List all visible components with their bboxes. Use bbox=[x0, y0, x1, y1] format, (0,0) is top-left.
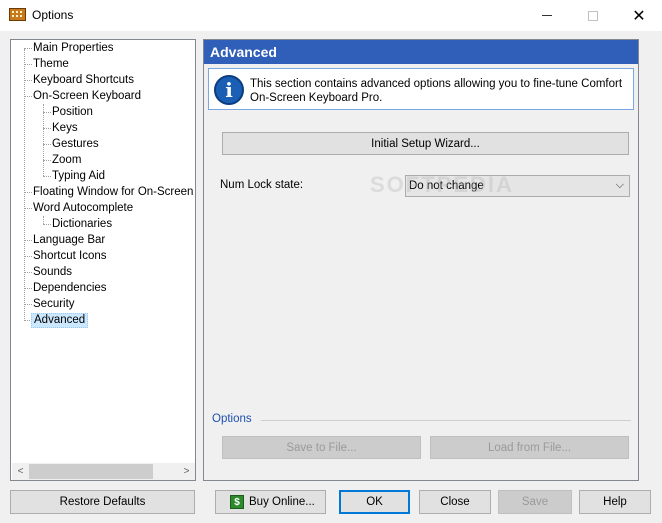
maximize-button bbox=[570, 0, 616, 31]
info-icon: i bbox=[214, 75, 244, 105]
close-window-button[interactable]: ✕ bbox=[616, 0, 662, 31]
tree-item-sounds[interactable]: Sounds bbox=[31, 265, 74, 280]
save-to-file-button[interactable]: Save to File... bbox=[222, 436, 421, 459]
watermark: SOFTPEDIA bbox=[370, 172, 514, 197]
help-button[interactable]: Help bbox=[579, 490, 651, 514]
keyboard-app-icon bbox=[9, 8, 26, 21]
tree-item-dependencies[interactable]: Dependencies bbox=[31, 281, 109, 296]
window-title: Options bbox=[32, 8, 74, 22]
tree-item-typing-aid[interactable]: Typing Aid bbox=[50, 169, 107, 184]
initial-setup-wizard-button[interactable]: Initial Setup Wizard... bbox=[222, 132, 629, 155]
tree-item-language-bar[interactable]: Language Bar bbox=[31, 233, 107, 248]
tree-item-word-autocomplete[interactable]: Word Autocomplete bbox=[31, 201, 135, 216]
scrollbar-thumb[interactable] bbox=[29, 464, 153, 479]
tree-item-on-screen-keyboard[interactable]: On-Screen Keyboard bbox=[31, 89, 143, 104]
tree-item-shortcut-icons[interactable]: Shortcut Icons bbox=[31, 249, 109, 264]
title-bar: Options ✕ bbox=[0, 0, 662, 31]
options-group-label: Options bbox=[212, 413, 252, 425]
tree-item-advanced[interactable]: Advanced bbox=[31, 313, 89, 328]
tree-item-main-properties[interactable]: Main Properties bbox=[31, 41, 116, 56]
buy-online-label: Buy Online... bbox=[249, 496, 315, 508]
tree-item-gestures[interactable]: Gestures bbox=[50, 137, 101, 152]
minimize-icon bbox=[542, 15, 552, 16]
numlock-label: Num Lock state: bbox=[220, 179, 304, 191]
tree-horizontal-scrollbar[interactable]: < > bbox=[12, 463, 195, 480]
ok-button[interactable]: OK bbox=[339, 490, 410, 514]
advanced-panel: Advanced i This section contains advance… bbox=[203, 39, 639, 481]
tree-item-floating-window[interactable]: Floating Window for On-Screen Ke bbox=[31, 185, 195, 200]
scroll-right-icon[interactable]: > bbox=[178, 463, 195, 480]
save-button[interactable]: Save bbox=[498, 490, 572, 514]
tree-item-zoom[interactable]: Zoom bbox=[50, 153, 83, 168]
minimize-button[interactable] bbox=[524, 0, 570, 31]
dollar-icon: $ bbox=[230, 495, 244, 509]
tree-item-keyboard-shortcuts[interactable]: Keyboard Shortcuts bbox=[31, 73, 136, 88]
tree-item-security[interactable]: Security bbox=[31, 297, 77, 312]
tree-item-dictionaries[interactable]: Dictionaries bbox=[50, 217, 114, 232]
restore-defaults-button[interactable]: Restore Defaults bbox=[10, 490, 195, 514]
options-group-divider bbox=[261, 420, 631, 421]
tree-item-keys[interactable]: Keys bbox=[50, 121, 80, 136]
scroll-left-icon[interactable]: < bbox=[12, 463, 29, 480]
close-icon: ✕ bbox=[632, 7, 646, 25]
tree-item-position[interactable]: Position bbox=[50, 105, 95, 120]
panel-header: Advanced bbox=[204, 40, 638, 64]
info-box: i This section contains advanced options… bbox=[208, 68, 634, 110]
load-from-file-button[interactable]: Load from File... bbox=[430, 436, 629, 459]
close-button[interactable]: Close bbox=[419, 490, 491, 514]
options-tree[interactable]: Main Properties Theme Keyboard Shortcuts… bbox=[10, 39, 196, 481]
tree-item-theme[interactable]: Theme bbox=[31, 57, 71, 72]
chevron-down-icon: ⌵ bbox=[615, 179, 624, 191]
info-text: This section contains advanced options a… bbox=[250, 78, 623, 104]
buy-online-button[interactable]: $ Buy Online... bbox=[215, 490, 326, 514]
maximize-icon bbox=[588, 10, 598, 21]
